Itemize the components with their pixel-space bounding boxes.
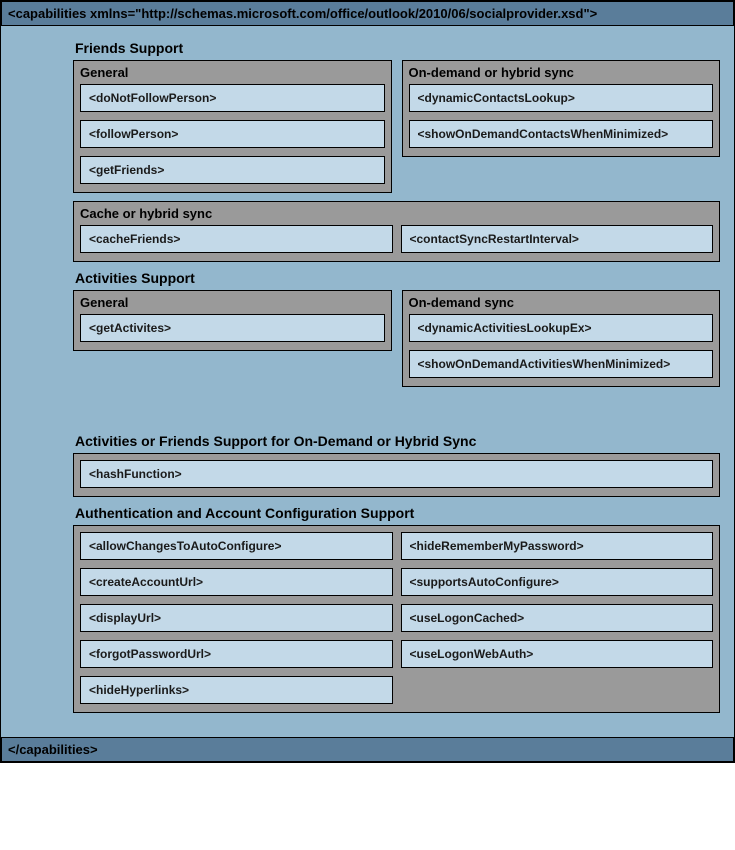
section-title-hybrid: Activities or Friends Support for On-Dem…	[75, 433, 720, 449]
group-auth: <allowChangesToAutoConfigure> <createAcc…	[73, 525, 720, 713]
group-activities-general: General <getActivites>	[73, 290, 392, 351]
xml-element: <getFriends>	[80, 156, 385, 184]
xml-element: <getActivites>	[80, 314, 385, 342]
section-title-activities: Activities Support	[75, 270, 720, 286]
group-friends-ondemand: On-demand or hybrid sync <dynamicContact…	[402, 60, 721, 157]
section-title-friends: Friends Support	[75, 40, 720, 56]
xml-close-tag: </capabilities>	[1, 737, 734, 762]
group-activities-ondemand: On-demand sync <dynamicActivitiesLookupE…	[402, 290, 721, 387]
xml-element: <cacheFriends>	[80, 225, 393, 253]
group-hybrid: <hashFunction>	[73, 453, 720, 497]
xml-element: <supportsAutoConfigure>	[401, 568, 714, 596]
section-title-auth: Authentication and Account Configuration…	[75, 505, 720, 521]
group-title: On-demand sync	[409, 293, 714, 314]
xml-element: <useLogonWebAuth>	[401, 640, 714, 668]
group-title: General	[80, 293, 385, 314]
xml-element: <hideHyperlinks>	[80, 676, 393, 704]
xml-element: <contactSyncRestartInterval>	[401, 225, 714, 253]
xml-element: <displayUrl>	[80, 604, 393, 632]
group-title: Cache or hybrid sync	[80, 204, 713, 225]
xml-open-tag: <capabilities xmlns="http://schemas.micr…	[1, 1, 734, 26]
xml-element: <hideRememberMyPassword>	[401, 532, 714, 560]
xml-element: <dynamicContactsLookup>	[409, 84, 714, 112]
xml-element: <hashFunction>	[80, 460, 713, 488]
xml-element: <dynamicActivitiesLookupEx>	[409, 314, 714, 342]
xml-element: <showOnDemandContactsWhenMinimized>	[409, 120, 714, 148]
capabilities-diagram: <capabilities xmlns="http://schemas.micr…	[0, 0, 735, 763]
group-title: On-demand or hybrid sync	[409, 63, 714, 84]
xml-element: <useLogonCached>	[401, 604, 714, 632]
xml-element: <followPerson>	[80, 120, 385, 148]
xml-element: <showOnDemandActivitiesWhenMinimized>	[409, 350, 714, 378]
group-friends-cache: Cache or hybrid sync <cacheFriends> <con…	[73, 201, 720, 262]
xml-element: <forgotPasswordUrl>	[80, 640, 393, 668]
group-title: General	[80, 63, 385, 84]
xml-element: <allowChangesToAutoConfigure>	[80, 532, 393, 560]
group-friends-general: General <doNotFollowPerson> <followPerso…	[73, 60, 392, 193]
xml-element: <createAccountUrl>	[80, 568, 393, 596]
diagram-body: Friends Support General <doNotFollowPers…	[1, 26, 734, 737]
xml-element: <doNotFollowPerson>	[80, 84, 385, 112]
